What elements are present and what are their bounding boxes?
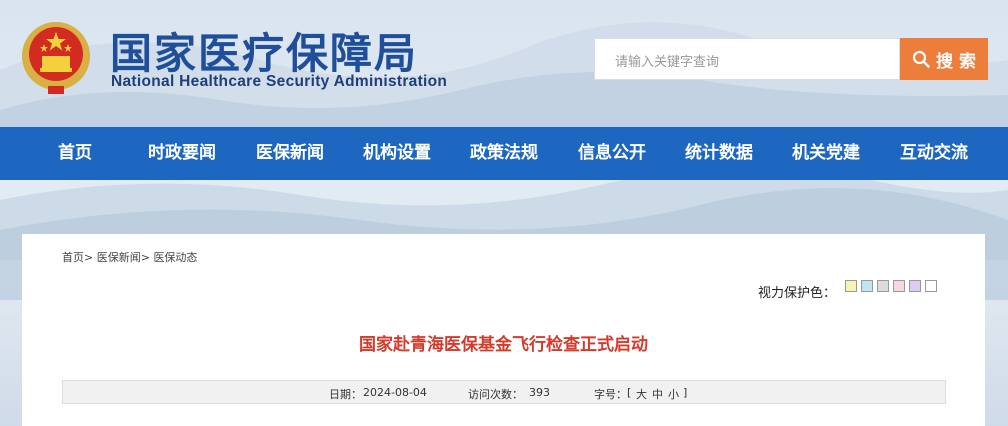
nav-item-party-building[interactable]: 机关党建 <box>792 127 860 180</box>
site-title-en: National Healthcare Security Administrat… <box>111 73 448 90</box>
font-size-medium[interactable]: 中 <box>652 386 663 402</box>
swatch-purple[interactable] <box>909 280 921 292</box>
font-size-close: ] <box>683 386 688 399</box>
visits-label: 访问次数： <box>468 388 523 401</box>
swatch-pink[interactable] <box>893 280 905 292</box>
article-meta-bar: 日期： 2024-08-04 访问次数： 393 字号： [ 大 中 小 ] <box>62 380 946 404</box>
font-size-large[interactable]: 大 <box>636 386 647 402</box>
swatch-blue[interactable] <box>861 280 873 292</box>
swatch-gray[interactable] <box>877 280 889 292</box>
breadcrumb-news[interactable]: 医保新闻 <box>97 251 141 264</box>
nav-item-statistics[interactable]: 统计数据 <box>685 127 753 180</box>
national-emblem-icon <box>22 22 90 94</box>
font-size-open: [ <box>627 386 632 399</box>
nav-item-info-disclosure[interactable]: 信息公开 <box>578 127 646 180</box>
nav-item-organization[interactable]: 机构设置 <box>363 127 431 180</box>
font-size-label: 字号： <box>594 388 627 401</box>
article-panel: 首页> 医保新闻> 医保动态 视力保护色： 国家赴青海医保基金飞行检查正式启动 … <box>22 234 985 426</box>
search-button[interactable]: 搜 索 <box>900 38 988 80</box>
breadcrumb-home[interactable]: 首页 <box>62 251 84 264</box>
site-header: 国家医疗保障局 National Healthcare Security Adm… <box>0 0 1008 127</box>
breadcrumb: 首页> 医保新闻> 医保动态 <box>62 249 197 265</box>
eye-protection-swatches <box>845 280 937 292</box>
nav-item-policies[interactable]: 政策法规 <box>470 127 538 180</box>
swatch-white[interactable] <box>925 280 937 292</box>
nav-item-interaction[interactable]: 互动交流 <box>900 127 968 180</box>
date-label: 日期： <box>329 388 362 401</box>
font-size-small[interactable]: 小 <box>668 386 679 402</box>
breadcrumb-separator: > <box>84 251 94 264</box>
search-icon <box>912 50 930 68</box>
nav-item-home[interactable]: 首页 <box>58 127 92 180</box>
search-button-label: 搜 索 <box>936 51 976 72</box>
article-title: 国家赴青海医保基金飞行检查正式启动 <box>359 335 648 355</box>
site-title-cn: 国家医疗保障局 <box>110 29 419 78</box>
search-input[interactable]: 请输入关键字查询 <box>594 38 900 80</box>
swatch-yellow[interactable] <box>845 280 857 292</box>
date-value: 2024-08-04 <box>363 386 427 399</box>
eye-protection-label: 视力保护色： <box>758 286 837 301</box>
nav-item-current-affairs[interactable]: 时政要闻 <box>148 127 216 180</box>
breadcrumb-separator: > <box>140 251 150 264</box>
breadcrumb-dynamics[interactable]: 医保动态 <box>153 251 197 264</box>
nav-item-news[interactable]: 医保新闻 <box>256 127 324 180</box>
visits-value: 393 <box>529 386 550 399</box>
main-nav: 首页 时政要闻 医保新闻 机构设置 政策法规 信息公开 统计数据 机关党建 互动… <box>0 127 1008 180</box>
